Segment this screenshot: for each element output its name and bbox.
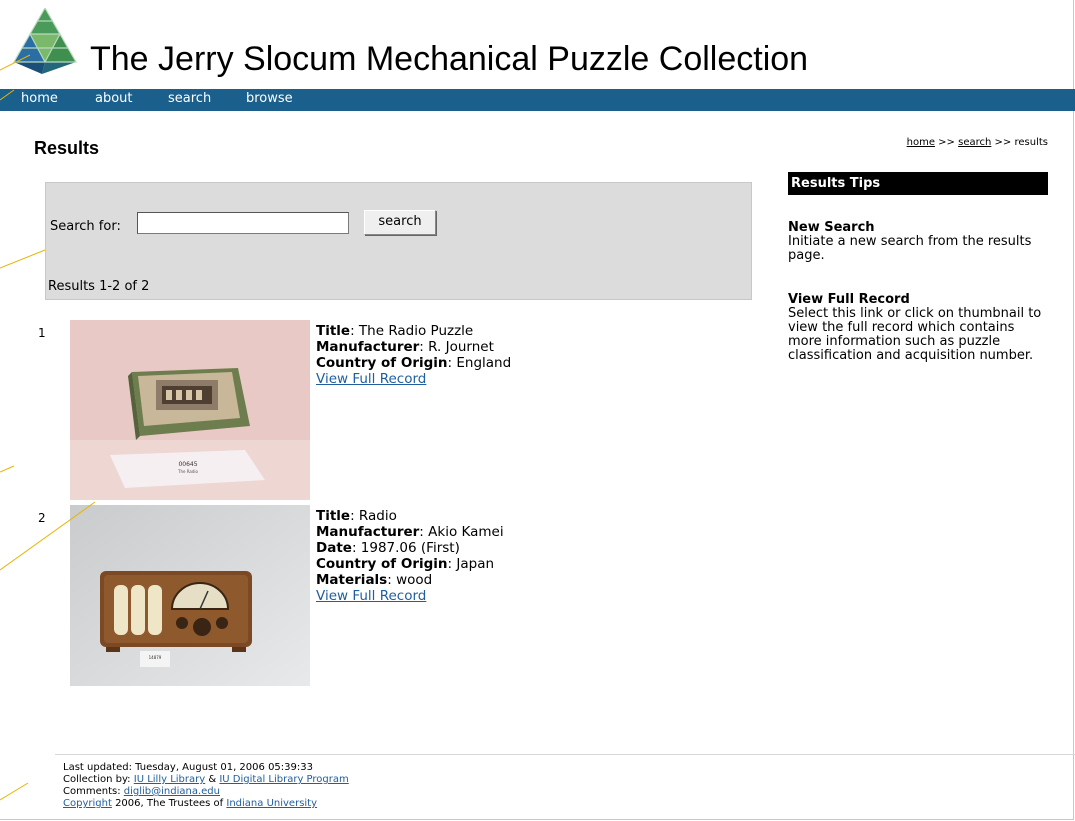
search-input[interactable] [137, 212, 349, 234]
footer-copyright: Copyright 2006, The Trustees of Indiana … [63, 798, 318, 809]
results-tips-heading: Results Tips [788, 172, 1048, 195]
footer-comments: Comments: diglib@indiana.edu [63, 786, 220, 797]
lilly-library-link[interactable]: IU Lilly Library [134, 774, 205, 785]
svg-text:14879: 14879 [149, 655, 162, 660]
tip-new-search: New Search Initiate a new search from th… [788, 221, 1048, 263]
tip-view-full-record: View Full Record Select this link or cli… [788, 293, 1048, 363]
breadcrumb-separator: >> [994, 137, 1012, 148]
nav-search[interactable]: search [168, 91, 211, 106]
breadcrumb-search[interactable]: search [958, 137, 991, 148]
result-details: Title: Radio Manufacturer: Akio Kamei Da… [316, 508, 504, 604]
result-field: Country of Origin: England [316, 355, 512, 371]
result-field: Title: The Radio Puzzle [316, 323, 474, 339]
result-field: Date: 1987.06 (First) [316, 540, 460, 556]
indiana-university-link[interactable]: Indiana University [226, 798, 317, 809]
result-field: Country of Origin: Japan [316, 556, 495, 572]
breadcrumb: home >> search >> results [907, 137, 1048, 148]
puzzle-pyramid-logo[interactable] [12, 6, 78, 76]
footer-updated: Last updated: Tuesday, August 01, 2006 0… [63, 762, 313, 773]
breadcrumb-home[interactable]: home [907, 137, 935, 148]
result-thumbnail-radio-puzzle[interactable]: 00645 The Radio [70, 320, 310, 500]
result-field: Materials: wood [316, 572, 433, 588]
svg-text:00645: 00645 [178, 461, 197, 468]
view-full-record-link[interactable]: View Full Record [316, 371, 426, 387]
svg-text:The Radio: The Radio [177, 469, 199, 474]
tip-text: Initiate a new search from the results p… [788, 234, 1032, 263]
nav-home[interactable]: home [21, 91, 58, 106]
result-number: 1 [38, 326, 46, 340]
copyright-link[interactable]: Copyright [63, 798, 112, 809]
breadcrumb-separator: >> [938, 137, 955, 148]
results-count: Results 1-2 of 2 [48, 279, 150, 294]
result-field: Manufacturer: R. Journet [316, 339, 494, 355]
header: The Jerry Slocum Mechanical Puzzle Colle… [0, 0, 1075, 88]
footer: Last updated: Tuesday, August 01, 2006 0… [63, 762, 349, 810]
result-thumbnail-radio[interactable]: 14879 [70, 505, 310, 686]
page-title: Results [34, 138, 100, 158]
tip-heading: View Full Record [788, 292, 910, 307]
nav-about[interactable]: about [95, 91, 133, 106]
tip-text: Select this link or click on thumbnail t… [788, 306, 1042, 363]
result-field: Title: Radio [316, 508, 397, 524]
footer-divider [55, 754, 1075, 755]
email-link[interactable]: diglib@indiana.edu [124, 786, 220, 797]
breadcrumb-current: results [1014, 137, 1048, 148]
digital-library-link[interactable]: IU Digital Library Program [219, 774, 348, 785]
nav-browse[interactable]: browse [246, 91, 293, 106]
search-button[interactable]: search [364, 210, 436, 235]
search-panel: Search for: search Results 1-2 of 2 [45, 182, 752, 300]
site-title: The Jerry Slocum Mechanical Puzzle Colle… [90, 40, 809, 78]
view-full-record-link[interactable]: View Full Record [316, 588, 426, 604]
result-number: 2 [38, 511, 46, 525]
nav-bar: home about search browse [0, 89, 1075, 111]
result-field: Manufacturer: Akio Kamei [316, 524, 504, 540]
search-label: Search for: [50, 219, 121, 234]
result-details: Title: The Radio Puzzle Manufacturer: R.… [316, 323, 511, 387]
footer-collection: Collection by: IU Lilly Library & IU Dig… [63, 774, 349, 785]
tip-heading: New Search [788, 220, 875, 235]
